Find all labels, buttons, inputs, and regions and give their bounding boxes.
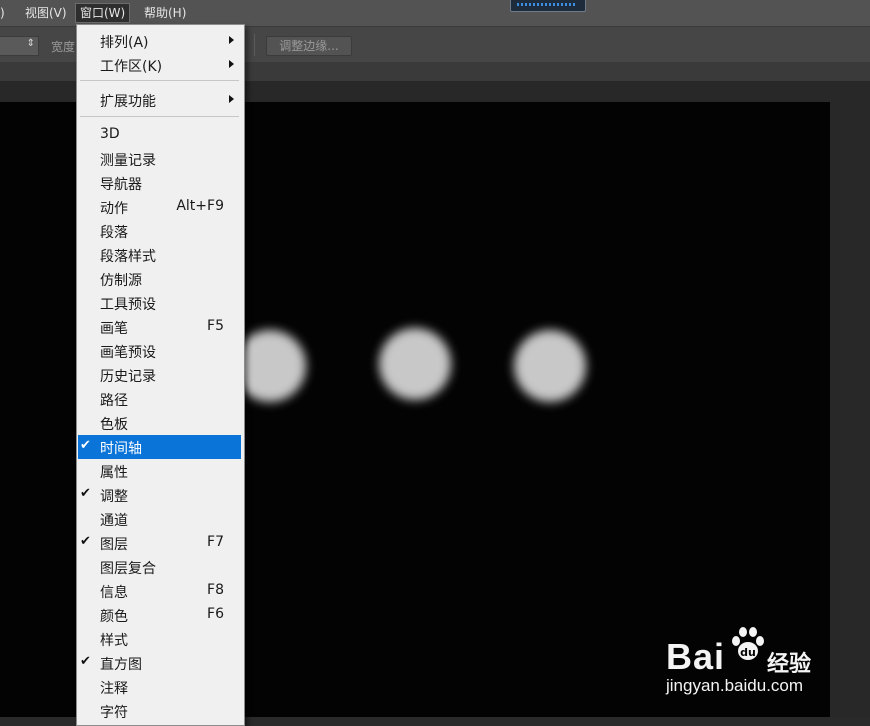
menu-item[interactable]: 段落样式 xyxy=(78,243,241,267)
menu-item[interactable]: 信息 F8 xyxy=(78,579,241,603)
menu-item-label: 工作区(K) xyxy=(100,59,163,75)
menu-item[interactable]: 测量记录 xyxy=(78,147,241,171)
menu-item[interactable]: 段落 xyxy=(78,219,241,243)
menu-view[interactable]: 视图(V) xyxy=(21,4,71,22)
menu-item-label: 字符 xyxy=(100,705,128,721)
menu-item-label: 排列(A) xyxy=(100,35,149,51)
menu-item[interactable]: 注释 xyxy=(78,675,241,699)
menu-item-shortcut: F6 xyxy=(207,606,224,622)
menu-item[interactable]: 通道 xyxy=(78,507,241,531)
menu-item-label: 图层 xyxy=(100,537,128,553)
menu-item[interactable]: 导航器 xyxy=(78,171,241,195)
menu-item[interactable]: 属性 xyxy=(78,459,241,483)
options-divider xyxy=(254,34,255,56)
menu-item-shortcut: F7 xyxy=(207,534,224,550)
menu-item-shortcut: F5 xyxy=(207,318,224,334)
spinner-arrows-icon: ⇕ xyxy=(26,38,35,49)
menu-bar: ) 视图(V) 窗口(W) 帮助(H) xyxy=(0,0,870,27)
menu-separator xyxy=(80,116,239,117)
menu-item[interactable]: 路径 xyxy=(78,387,241,411)
menu-item[interactable]: 工具预设 xyxy=(78,291,241,315)
watermark-brand: Bai xyxy=(666,636,726,677)
menu-item[interactable]: 字符 xyxy=(78,699,241,723)
menu-item-label: 色板 xyxy=(100,417,128,433)
brush-dot xyxy=(514,330,586,402)
baidu-jingyan-watermark: Bai du 经验 jingyan.baidu.com xyxy=(666,622,866,712)
menu-item[interactable]: 颜色 F6 xyxy=(78,603,241,627)
menu-item-arrange[interactable]: 排列(A) xyxy=(78,29,241,53)
menu-item[interactable]: ✔ 时间轴 xyxy=(78,435,241,459)
menu-item-shortcut: Alt+F9 xyxy=(176,198,224,214)
menu-item-label: 路径 xyxy=(100,393,128,409)
gpu-meter-icon xyxy=(510,0,586,12)
menu-item-label: 动作 xyxy=(100,201,128,217)
checkmark-icon: ✔ xyxy=(80,654,91,669)
menu-item[interactable]: 色板 xyxy=(78,411,241,435)
menu-item[interactable]: 仿制源 xyxy=(78,267,241,291)
menu-item-shortcut: F8 xyxy=(207,582,224,598)
menu-item-label: 时间轴 xyxy=(100,441,142,457)
menu-item-label: 属性 xyxy=(100,465,128,481)
menu-item-extensions[interactable]: 扩展功能 xyxy=(78,88,241,112)
menu-item[interactable]: ✔ 直方图 xyxy=(78,651,241,675)
menu-item-label: 画笔预设 xyxy=(100,345,156,361)
menu-item[interactable]: ✔ 调整 xyxy=(78,483,241,507)
menu-separator xyxy=(80,80,239,81)
menu-item-label: 段落 xyxy=(100,225,128,241)
menu-item-label: 工具预设 xyxy=(100,297,156,313)
checkmark-icon: ✔ xyxy=(80,486,91,501)
menu-item-label: 直方图 xyxy=(100,657,142,673)
menu-item-label: 扩展功能 xyxy=(100,94,156,110)
menu-item[interactable]: 画笔预设 xyxy=(78,339,241,363)
checkmark-icon: ✔ xyxy=(80,438,91,453)
menu-item[interactable]: 画笔 F5 xyxy=(78,315,241,339)
brush-dot xyxy=(379,328,451,400)
menu-item[interactable]: 动作 Alt+F9 xyxy=(78,195,241,219)
menu-item-label: 调整 xyxy=(100,489,128,505)
checkmark-icon: ✔ xyxy=(80,534,91,549)
menu-item[interactable]: 样式 xyxy=(78,627,241,651)
menu-item-label: 测量记录 xyxy=(100,153,156,169)
menu-item-label: 图层复合 xyxy=(100,561,156,577)
menu-partial-item[interactable]: ) xyxy=(0,4,9,22)
window-menu-dropdown: 排列(A) 工作区(K) 扩展功能 3D 测量记录导航器动作 Alt+F9 段落段落样… xyxy=(76,24,245,726)
submenu-arrow-icon xyxy=(229,95,234,103)
menu-item[interactable]: 3D xyxy=(78,123,241,147)
menu-window[interactable]: 窗口(W) xyxy=(75,3,131,23)
menu-item-label: 信息 xyxy=(100,585,128,601)
submenu-arrow-icon xyxy=(229,36,234,44)
width-label: 宽度 xyxy=(51,40,76,54)
menu-item[interactable]: ✔ 图层 F7 xyxy=(78,531,241,555)
menu-item[interactable]: 图层复合 xyxy=(78,555,241,579)
menu-item-label: 样式 xyxy=(100,633,128,649)
menu-item-label: 历史记录 xyxy=(100,369,156,385)
menu-item-label: 画笔 xyxy=(100,321,128,337)
watermark-suffix: 经验 xyxy=(767,652,812,677)
menu-item[interactable]: 历史记录 xyxy=(78,363,241,387)
menu-item-label: 通道 xyxy=(100,513,128,529)
menu-item-label: 仿制源 xyxy=(100,273,142,289)
baidu-paw-icon: du xyxy=(732,627,764,660)
menu-item-workspace[interactable]: 工作区(K) xyxy=(78,53,241,77)
menu-item-label: 段落样式 xyxy=(100,249,156,265)
menu-item-label: 注释 xyxy=(100,681,128,697)
menu-item-label: 3D xyxy=(100,126,120,142)
style-select[interactable]: ⇕ xyxy=(0,36,39,56)
menu-item-label: 导航器 xyxy=(100,177,142,193)
svg-text:du: du xyxy=(740,646,756,659)
refine-edge-button[interactable]: 调整边缘... xyxy=(266,36,352,56)
menu-help[interactable]: 帮助(H) xyxy=(140,4,190,22)
menu-item-label: 颜色 xyxy=(100,609,128,625)
submenu-arrow-icon xyxy=(229,60,234,68)
watermark-url: jingyan.baidu.com xyxy=(666,676,804,695)
